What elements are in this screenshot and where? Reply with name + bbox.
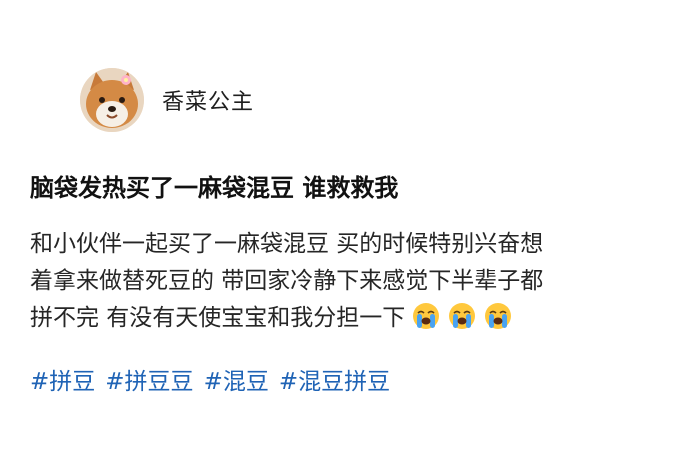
hashtag-link[interactable]: #混豆拼豆 bbox=[279, 369, 390, 395]
post-card: 香菜公主 脑袋发热买了一麻袋混豆 谁救救我 和小伙伴一起买了一麻袋混豆 买的时候… bbox=[0, 0, 690, 460]
body-line-text: 拼不完 有没有天使宝宝和我分担一下 bbox=[30, 305, 406, 331]
author-name[interactable]: 香菜公主 bbox=[162, 84, 254, 116]
author-row[interactable]: 香菜公主 bbox=[80, 68, 254, 132]
hashtag-link[interactable]: #拼豆豆 bbox=[105, 369, 193, 395]
shiba-dog-avatar-icon bbox=[80, 68, 144, 132]
crying-face-icon bbox=[411, 301, 441, 331]
body-line: 着拿来做替死豆的 带回家冷静下来感觉下半辈子都 bbox=[30, 268, 544, 294]
crying-face-icon bbox=[483, 301, 513, 331]
post-body: 和小伙伴一起买了一麻袋混豆 买的时候特别兴奋想 着拿来做替死豆的 带回家冷静下来… bbox=[30, 226, 670, 337]
hashtag-link[interactable]: #混豆 bbox=[204, 369, 269, 395]
post-title: 脑袋发热买了一麻袋混豆 谁救救我 bbox=[30, 174, 399, 202]
body-line-last: 拼不完 有没有天使宝宝和我分担一下 bbox=[30, 300, 670, 337]
crying-face-icon bbox=[447, 301, 477, 331]
avatar[interactable] bbox=[80, 68, 144, 132]
body-line: 和小伙伴一起买了一麻袋混豆 买的时候特别兴奋想 bbox=[30, 231, 544, 257]
hashtag-link[interactable]: #拼豆 bbox=[30, 369, 95, 395]
hashtag-list: #拼豆 #拼豆豆 #混豆 #混豆拼豆 bbox=[30, 364, 400, 401]
